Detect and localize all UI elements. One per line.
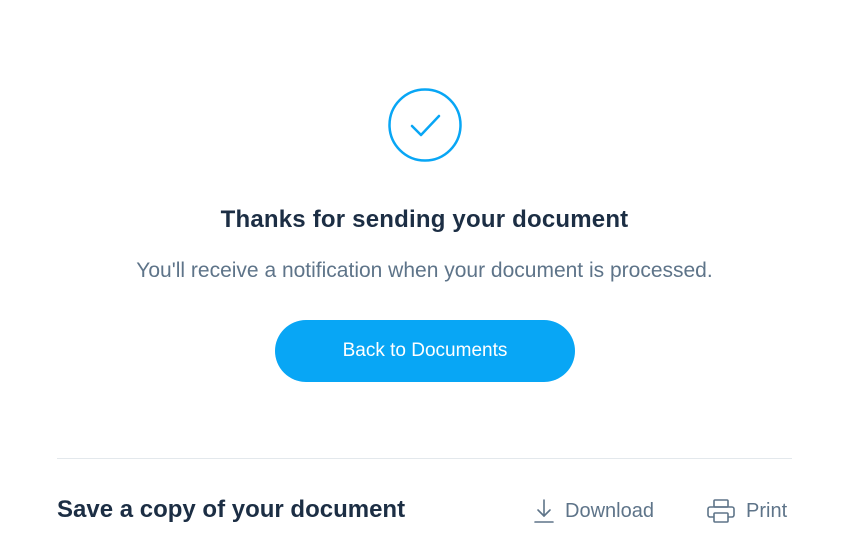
back-to-documents-button[interactable]: Back to Documents bbox=[275, 320, 575, 382]
print-label: Print bbox=[746, 499, 788, 522]
save-copy-title: Save a copy of your document bbox=[57, 496, 406, 523]
confirmation-title: Thanks for sending your document bbox=[220, 206, 629, 233]
confirmation-message: You'll receive a notification when your … bbox=[136, 259, 713, 282]
download-icon bbox=[533, 498, 555, 524]
section-divider bbox=[57, 458, 792, 459]
print-button[interactable]: Print bbox=[706, 496, 787, 526]
download-button[interactable]: Download bbox=[533, 496, 654, 526]
download-label: Download bbox=[565, 499, 654, 522]
check-circle-icon bbox=[387, 87, 463, 163]
printer-icon bbox=[706, 498, 736, 524]
